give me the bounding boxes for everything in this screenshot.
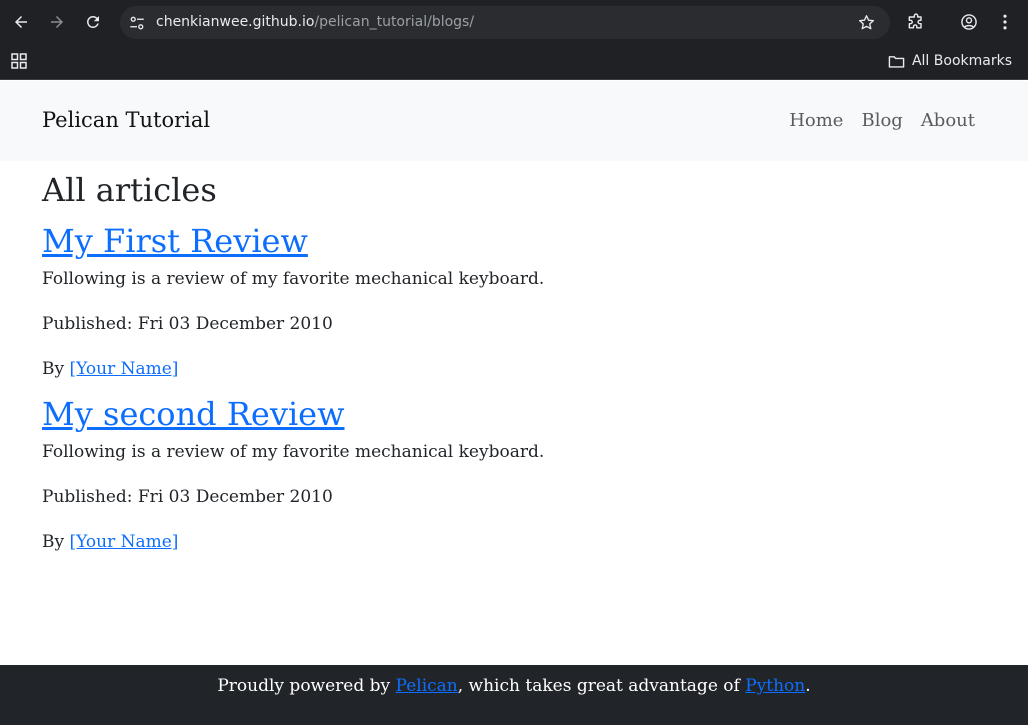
all-bookmarks-button[interactable]: All Bookmarks xyxy=(888,51,1012,71)
kebab-menu-icon xyxy=(1003,14,1007,30)
url-host: chenkianwee.github.io xyxy=(156,14,315,30)
browser-toolbar: chenkianwee.github.io/pelican_tutorial/b… xyxy=(0,0,1028,44)
site-brand-link[interactable]: Pelican Tutorial xyxy=(42,108,210,132)
all-bookmarks-label: All Bookmarks xyxy=(911,53,1012,69)
footer-prefix: Proudly powered by xyxy=(217,676,391,696)
footer-suffix: . xyxy=(805,676,811,696)
byline-label: By xyxy=(42,359,65,379)
article-item: My First Review Following is a review of… xyxy=(42,221,982,382)
nav-blog-link[interactable]: Blog xyxy=(861,110,902,131)
article-byline: By [Your Name] xyxy=(42,357,982,382)
article-published-date: Published: Fri 03 December 2010 xyxy=(42,487,333,507)
profile-button[interactable] xyxy=(958,11,980,33)
nav-home-link[interactable]: Home xyxy=(789,110,843,131)
author-link[interactable]: [Your Name] xyxy=(70,532,179,552)
article-summary: Following is a review of my favorite mec… xyxy=(42,269,545,289)
site-footer: Proudly powered by Pelican, which takes … xyxy=(0,665,1028,725)
article-title-link[interactable]: My First Review xyxy=(42,222,308,260)
address-bar[interactable]: chenkianwee.github.io/pelican_tutorial/b… xyxy=(120,6,890,39)
url-path: /pelican_tutorial/blogs/ xyxy=(314,14,475,30)
footer-middle: , which takes great advantage of xyxy=(457,676,740,696)
extensions-button[interactable] xyxy=(905,11,927,33)
article-title-link[interactable]: My second Review xyxy=(42,395,345,433)
site-nav: Home Blog About xyxy=(789,110,975,131)
article-title: My First Review xyxy=(42,221,982,261)
article-byline: By [Your Name] xyxy=(42,530,982,555)
browser-menu-button[interactable] xyxy=(994,11,1016,33)
article-item: My second Review Following is a review o… xyxy=(42,394,982,555)
main-content: All articles My First Review Following i… xyxy=(42,170,982,555)
site-header: Pelican Tutorial Home Blog About xyxy=(0,81,1028,161)
apps-grid-icon[interactable] xyxy=(11,53,27,69)
article-summary: Following is a review of my favorite mec… xyxy=(42,442,545,462)
page-title: All articles xyxy=(42,171,217,209)
star-icon[interactable] xyxy=(857,13,876,32)
author-link[interactable]: [Your Name] xyxy=(70,359,179,379)
account-icon xyxy=(961,14,977,30)
url-text[interactable]: chenkianwee.github.io/pelican_tutorial/b… xyxy=(156,14,474,31)
back-button[interactable] xyxy=(10,11,32,33)
forward-button[interactable] xyxy=(46,11,68,33)
byline-label: By xyxy=(42,532,65,552)
reload-icon xyxy=(86,15,99,28)
arrow-left-icon xyxy=(15,16,27,28)
bookmarks-bar: All Bookmarks xyxy=(0,44,1028,80)
article-published-date: Published: Fri 03 December 2010 xyxy=(42,314,333,334)
nav-about-link[interactable]: About xyxy=(921,110,975,131)
arrow-right-icon xyxy=(51,16,63,28)
reload-button[interactable] xyxy=(82,11,104,33)
folder-icon xyxy=(888,55,905,68)
tune-icon[interactable] xyxy=(128,14,146,32)
python-link[interactable]: Python xyxy=(745,676,805,696)
pelican-link[interactable]: Pelican xyxy=(396,676,458,696)
article-title: My second Review xyxy=(42,394,982,434)
puzzle-icon xyxy=(908,13,922,29)
